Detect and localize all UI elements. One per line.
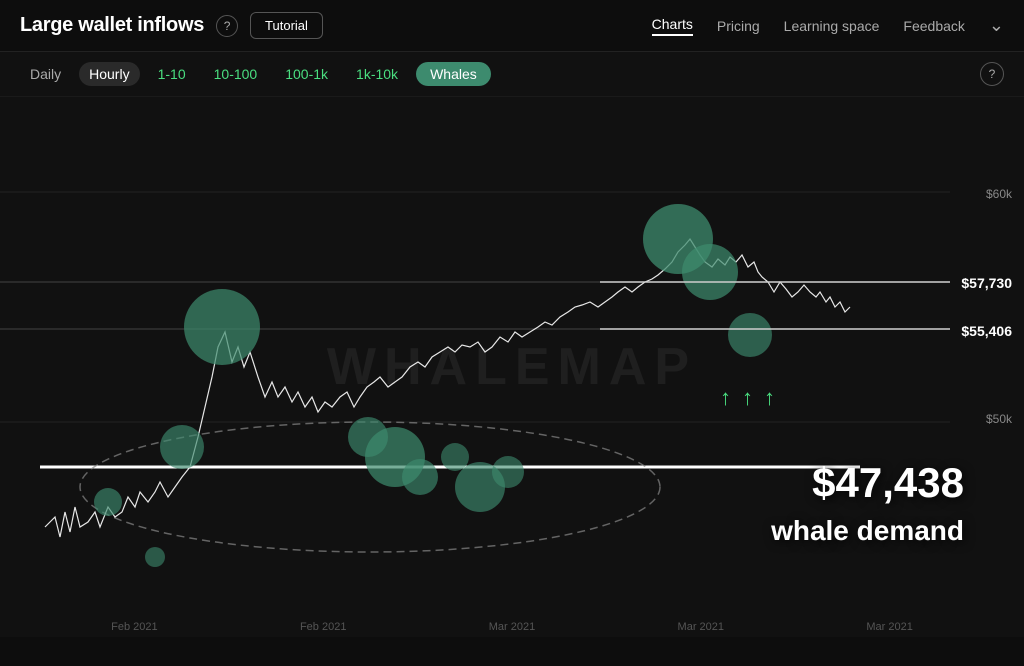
nav-feedback[interactable]: Feedback [903, 18, 964, 34]
filter-daily[interactable]: Daily [20, 62, 71, 86]
filter-hourly[interactable]: Hourly [79, 62, 139, 86]
header-nav: Charts Pricing Learning space Feedback ⌄ [652, 15, 1004, 36]
nav-pricing[interactable]: Pricing [717, 18, 760, 34]
price-chart: ↑ ↑ ↑ [0, 97, 1024, 637]
demand-label: whale demand [771, 515, 964, 547]
x-label-3: Mar 2021 [489, 621, 535, 633]
toolbar: Daily Hourly 1-10 10-100 100-1k 1k-10k W… [0, 52, 1024, 97]
demand-price-label: $47,438 [812, 459, 964, 507]
filter-1k-10k[interactable]: 1k-10k [346, 62, 408, 86]
filter-1-10[interactable]: 1-10 [148, 62, 196, 86]
filter-100-1k[interactable]: 100-1k [275, 62, 338, 86]
tutorial-button[interactable]: Tutorial [250, 12, 323, 39]
chart-container: ↑ ↑ ↑ WHALEMAP $60k $57,730 $55,406 $50k… [0, 97, 1024, 637]
title-help-button[interactable]: ? [216, 15, 238, 37]
page-title: Large wallet inflows [20, 14, 204, 37]
price-55406-label: $55,406 [961, 323, 1012, 339]
chart-help-button[interactable]: ? [980, 62, 1004, 86]
x-label-5: Mar 2021 [866, 621, 912, 633]
x-label-4: Mar 2021 [678, 621, 724, 633]
x-label-1: Feb 2021 [111, 621, 157, 633]
nav-charts[interactable]: Charts [652, 16, 693, 36]
price-57730-label: $57,730 [961, 275, 1012, 291]
filter-whales[interactable]: Whales [416, 62, 491, 86]
location-icon: ⌄ [989, 15, 1004, 36]
svg-text:↑: ↑ [720, 385, 731, 410]
filter-10-100[interactable]: 10-100 [204, 62, 268, 86]
svg-text:↑: ↑ [764, 385, 775, 410]
price-50k-label: $50k [986, 412, 1012, 426]
nav-learning[interactable]: Learning space [784, 18, 880, 34]
header: Large wallet inflows ? Tutorial Charts P… [0, 0, 1024, 52]
x-label-2: Feb 2021 [300, 621, 346, 633]
svg-text:↑: ↑ [742, 385, 753, 410]
price-60k-label: $60k [986, 187, 1012, 201]
x-axis: Feb 2021 Feb 2021 Mar 2021 Mar 2021 Mar … [0, 621, 1024, 633]
header-left: Large wallet inflows ? Tutorial [20, 12, 323, 39]
